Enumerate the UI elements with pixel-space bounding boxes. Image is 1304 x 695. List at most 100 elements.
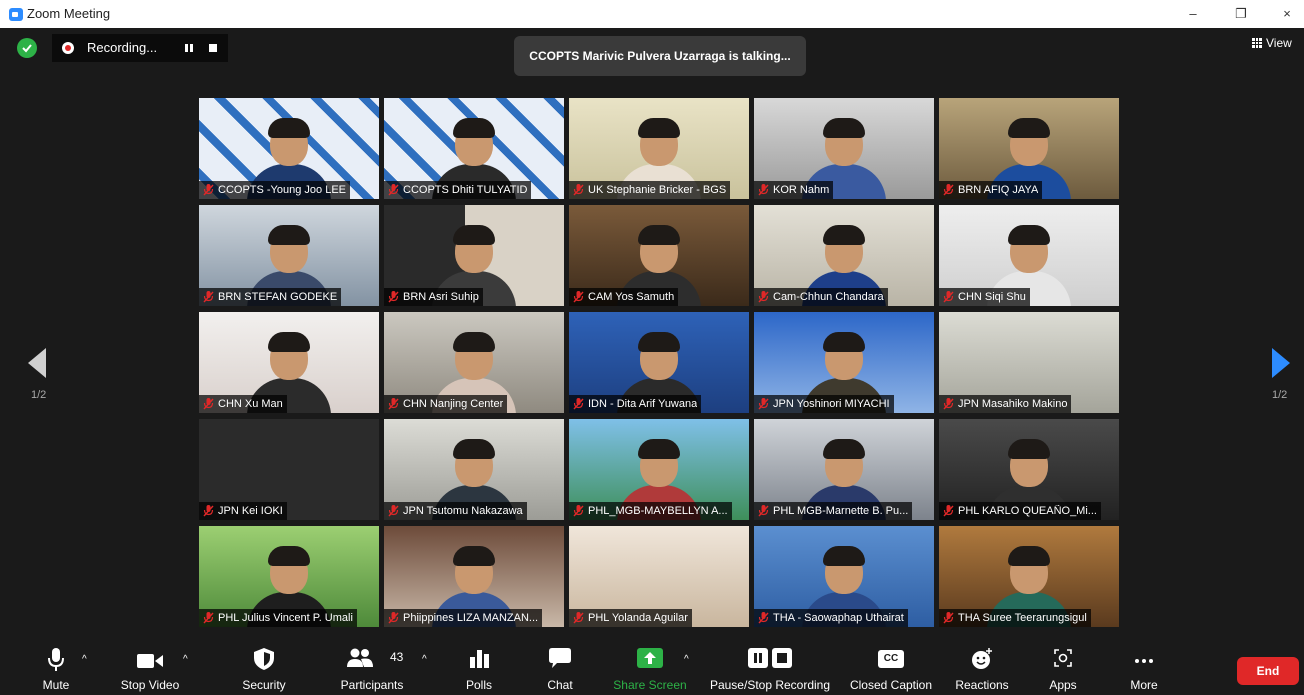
mute-button[interactable]: Mute: [30, 640, 82, 695]
participant-hair: [823, 118, 865, 138]
participant-tile[interactable]: BRN STEFAN GODEKE: [199, 205, 379, 306]
participant-tile[interactable]: PHL Julius Vincent P. Umali: [199, 526, 379, 627]
view-button[interactable]: View: [1252, 36, 1292, 50]
apps-button[interactable]: Apps: [1040, 640, 1086, 695]
more-dots-icon: [1135, 659, 1153, 663]
participant-name-bar: BRN Asri Suhip: [384, 288, 483, 306]
participant-name-bar: IDN - Dita Arif Yuwana: [569, 395, 702, 413]
reactions-label: Reactions: [955, 678, 1009, 692]
participant-tile[interactable]: PHL Yolanda Aguilar: [569, 526, 749, 627]
muted-mic-icon: [388, 505, 399, 517]
muted-mic-icon: [573, 612, 584, 624]
participant-name-bar: Phiippines LIZA MANZAN...: [384, 609, 543, 627]
participant-tile[interactable]: PHL MGB-Marnette B. Pu...: [754, 419, 934, 520]
muted-mic-icon: [388, 398, 399, 410]
apps-label: Apps: [1049, 678, 1077, 692]
polls-button[interactable]: Polls: [458, 640, 500, 695]
chat-button[interactable]: Chat: [538, 640, 582, 695]
meeting-toolbar: Mute ^ Stop Video ^ Security 43 Particip…: [0, 640, 1304, 695]
reactions-button[interactable]: Reactions: [952, 640, 1012, 695]
participant-tile[interactable]: CCOPTS -Young Joo LEE: [199, 98, 379, 199]
participant-name-bar: PHL_MGB-MAYBELLYN A...: [569, 502, 732, 520]
participant-name: JPN Masahiko Makino: [958, 398, 1068, 410]
muted-mic-icon: [573, 184, 584, 196]
closed-caption-icon: CC: [878, 650, 904, 668]
closed-caption-label: Closed Caption: [849, 678, 933, 692]
pause-stop-recording-label: Pause/Stop Recording: [709, 678, 831, 692]
participant-tile[interactable]: JPN Tsutomu Nakazawa: [384, 419, 564, 520]
participant-tile[interactable]: JPN Masahiko Makino: [939, 312, 1119, 413]
polls-label: Polls: [465, 678, 492, 692]
participant-tile[interactable]: CHN Nanjing Center: [384, 312, 564, 413]
minimize-button[interactable]: –: [1178, 4, 1208, 24]
recording-label: Recording...: [87, 40, 158, 55]
participant-tile[interactable]: THA - Saowaphap Uthairat: [754, 526, 934, 627]
page-indicator-left: 1/2: [31, 389, 47, 401]
pause-stop-recording-button[interactable]: Pause/Stop Recording: [706, 640, 834, 695]
window-title: Zoom Meeting: [27, 6, 111, 21]
grid-view-icon: [1252, 38, 1262, 48]
participant-name-bar: BRN AFIQ JAYA: [939, 181, 1043, 199]
closed-caption-button[interactable]: CC Closed Caption: [846, 640, 936, 695]
muted-mic-icon: [203, 612, 214, 624]
participant-tile[interactable]: Cam-Chhun Chandara: [754, 205, 934, 306]
participant-name: THA - Saowaphap Uthairat: [773, 612, 904, 624]
participant-name: UK Stephanie Bricker - BGS: [588, 184, 727, 196]
participant-tile[interactable]: JPN Yoshinori MIYACHI: [754, 312, 934, 413]
stop-recording-icon[interactable]: [209, 44, 217, 52]
participant-tile[interactable]: CHN Xu Man: [199, 312, 379, 413]
participant-hair: [453, 546, 495, 566]
participants-options-caret-icon[interactable]: ^: [422, 654, 427, 665]
record-dot-icon: [62, 42, 74, 54]
participant-tile[interactable]: CCOPTS Dhiti TULYATID: [384, 98, 564, 199]
participant-tile[interactable]: Phiippines LIZA MANZAN...: [384, 526, 564, 627]
previous-page-arrow-icon[interactable]: [28, 348, 46, 378]
muted-mic-icon: [943, 184, 954, 196]
muted-mic-icon: [203, 505, 214, 517]
participant-tile[interactable]: CHN Siqi Shu: [939, 205, 1119, 306]
participant-tile[interactable]: PHL KARLO QUEAÑO_Mi...: [939, 419, 1119, 520]
participant-name-bar: JPN Kei IOKI: [199, 502, 287, 520]
stop-video-button[interactable]: Stop Video: [112, 640, 188, 695]
page-indicator-right: 1/2: [1272, 389, 1288, 401]
participant-tile[interactable]: UK Stephanie Bricker - BGS: [569, 98, 749, 199]
participant-name: CAM Yos Samuth: [588, 291, 675, 303]
end-meeting-button[interactable]: End: [1237, 657, 1299, 685]
pause-recording-icon[interactable]: [182, 42, 196, 54]
view-label: View: [1266, 36, 1292, 50]
video-options-caret-icon[interactable]: ^: [183, 654, 188, 665]
participant-tile[interactable]: THA Suree Teerarungsigul: [939, 526, 1119, 627]
participant-name: BRN STEFAN GODEKE: [218, 291, 338, 303]
participant-tile[interactable]: PHL_MGB-MAYBELLYN A...: [569, 419, 749, 520]
muted-mic-icon: [758, 184, 769, 196]
muted-mic-icon: [758, 398, 769, 410]
participant-tile[interactable]: IDN - Dita Arif Yuwana: [569, 312, 749, 413]
participant-name: JPN Yoshinori MIYACHI: [773, 398, 890, 410]
participant-tile[interactable]: BRN Asri Suhip: [384, 205, 564, 306]
participants-button[interactable]: 43 Participants: [334, 640, 410, 695]
close-button[interactable]: ×: [1272, 4, 1302, 24]
participants-icon: [347, 648, 373, 667]
participant-tile[interactable]: BRN AFIQ JAYA: [939, 98, 1119, 199]
share-options-caret-icon[interactable]: ^: [684, 654, 689, 665]
encryption-shield-icon[interactable]: [17, 38, 37, 58]
participant-name: PHL_MGB-MAYBELLYN A...: [588, 505, 728, 517]
participant-name-bar: THA Suree Teerarungsigul: [939, 609, 1091, 627]
participant-hair: [268, 546, 310, 566]
muted-mic-icon: [943, 505, 954, 517]
participant-tile[interactable]: JPN Kei IOKI: [199, 419, 379, 520]
participant-tile[interactable]: KOR Nahm: [754, 98, 934, 199]
recording-indicator: Recording...: [52, 34, 228, 62]
share-screen-button[interactable]: Share Screen: [612, 640, 688, 695]
restore-button[interactable]: ❐: [1226, 4, 1256, 24]
participant-tile[interactable]: CAM Yos Samuth: [569, 205, 749, 306]
participant-hair: [823, 332, 865, 352]
participant-name-bar: PHL Yolanda Aguilar: [569, 609, 692, 627]
participant-hair: [638, 332, 680, 352]
more-button[interactable]: More: [1120, 640, 1168, 695]
participant-hair: [823, 439, 865, 459]
participant-hair: [268, 225, 310, 245]
audio-options-caret-icon[interactable]: ^: [82, 654, 87, 665]
next-page-arrow-icon[interactable]: [1272, 348, 1290, 378]
security-button[interactable]: Security: [232, 640, 296, 695]
